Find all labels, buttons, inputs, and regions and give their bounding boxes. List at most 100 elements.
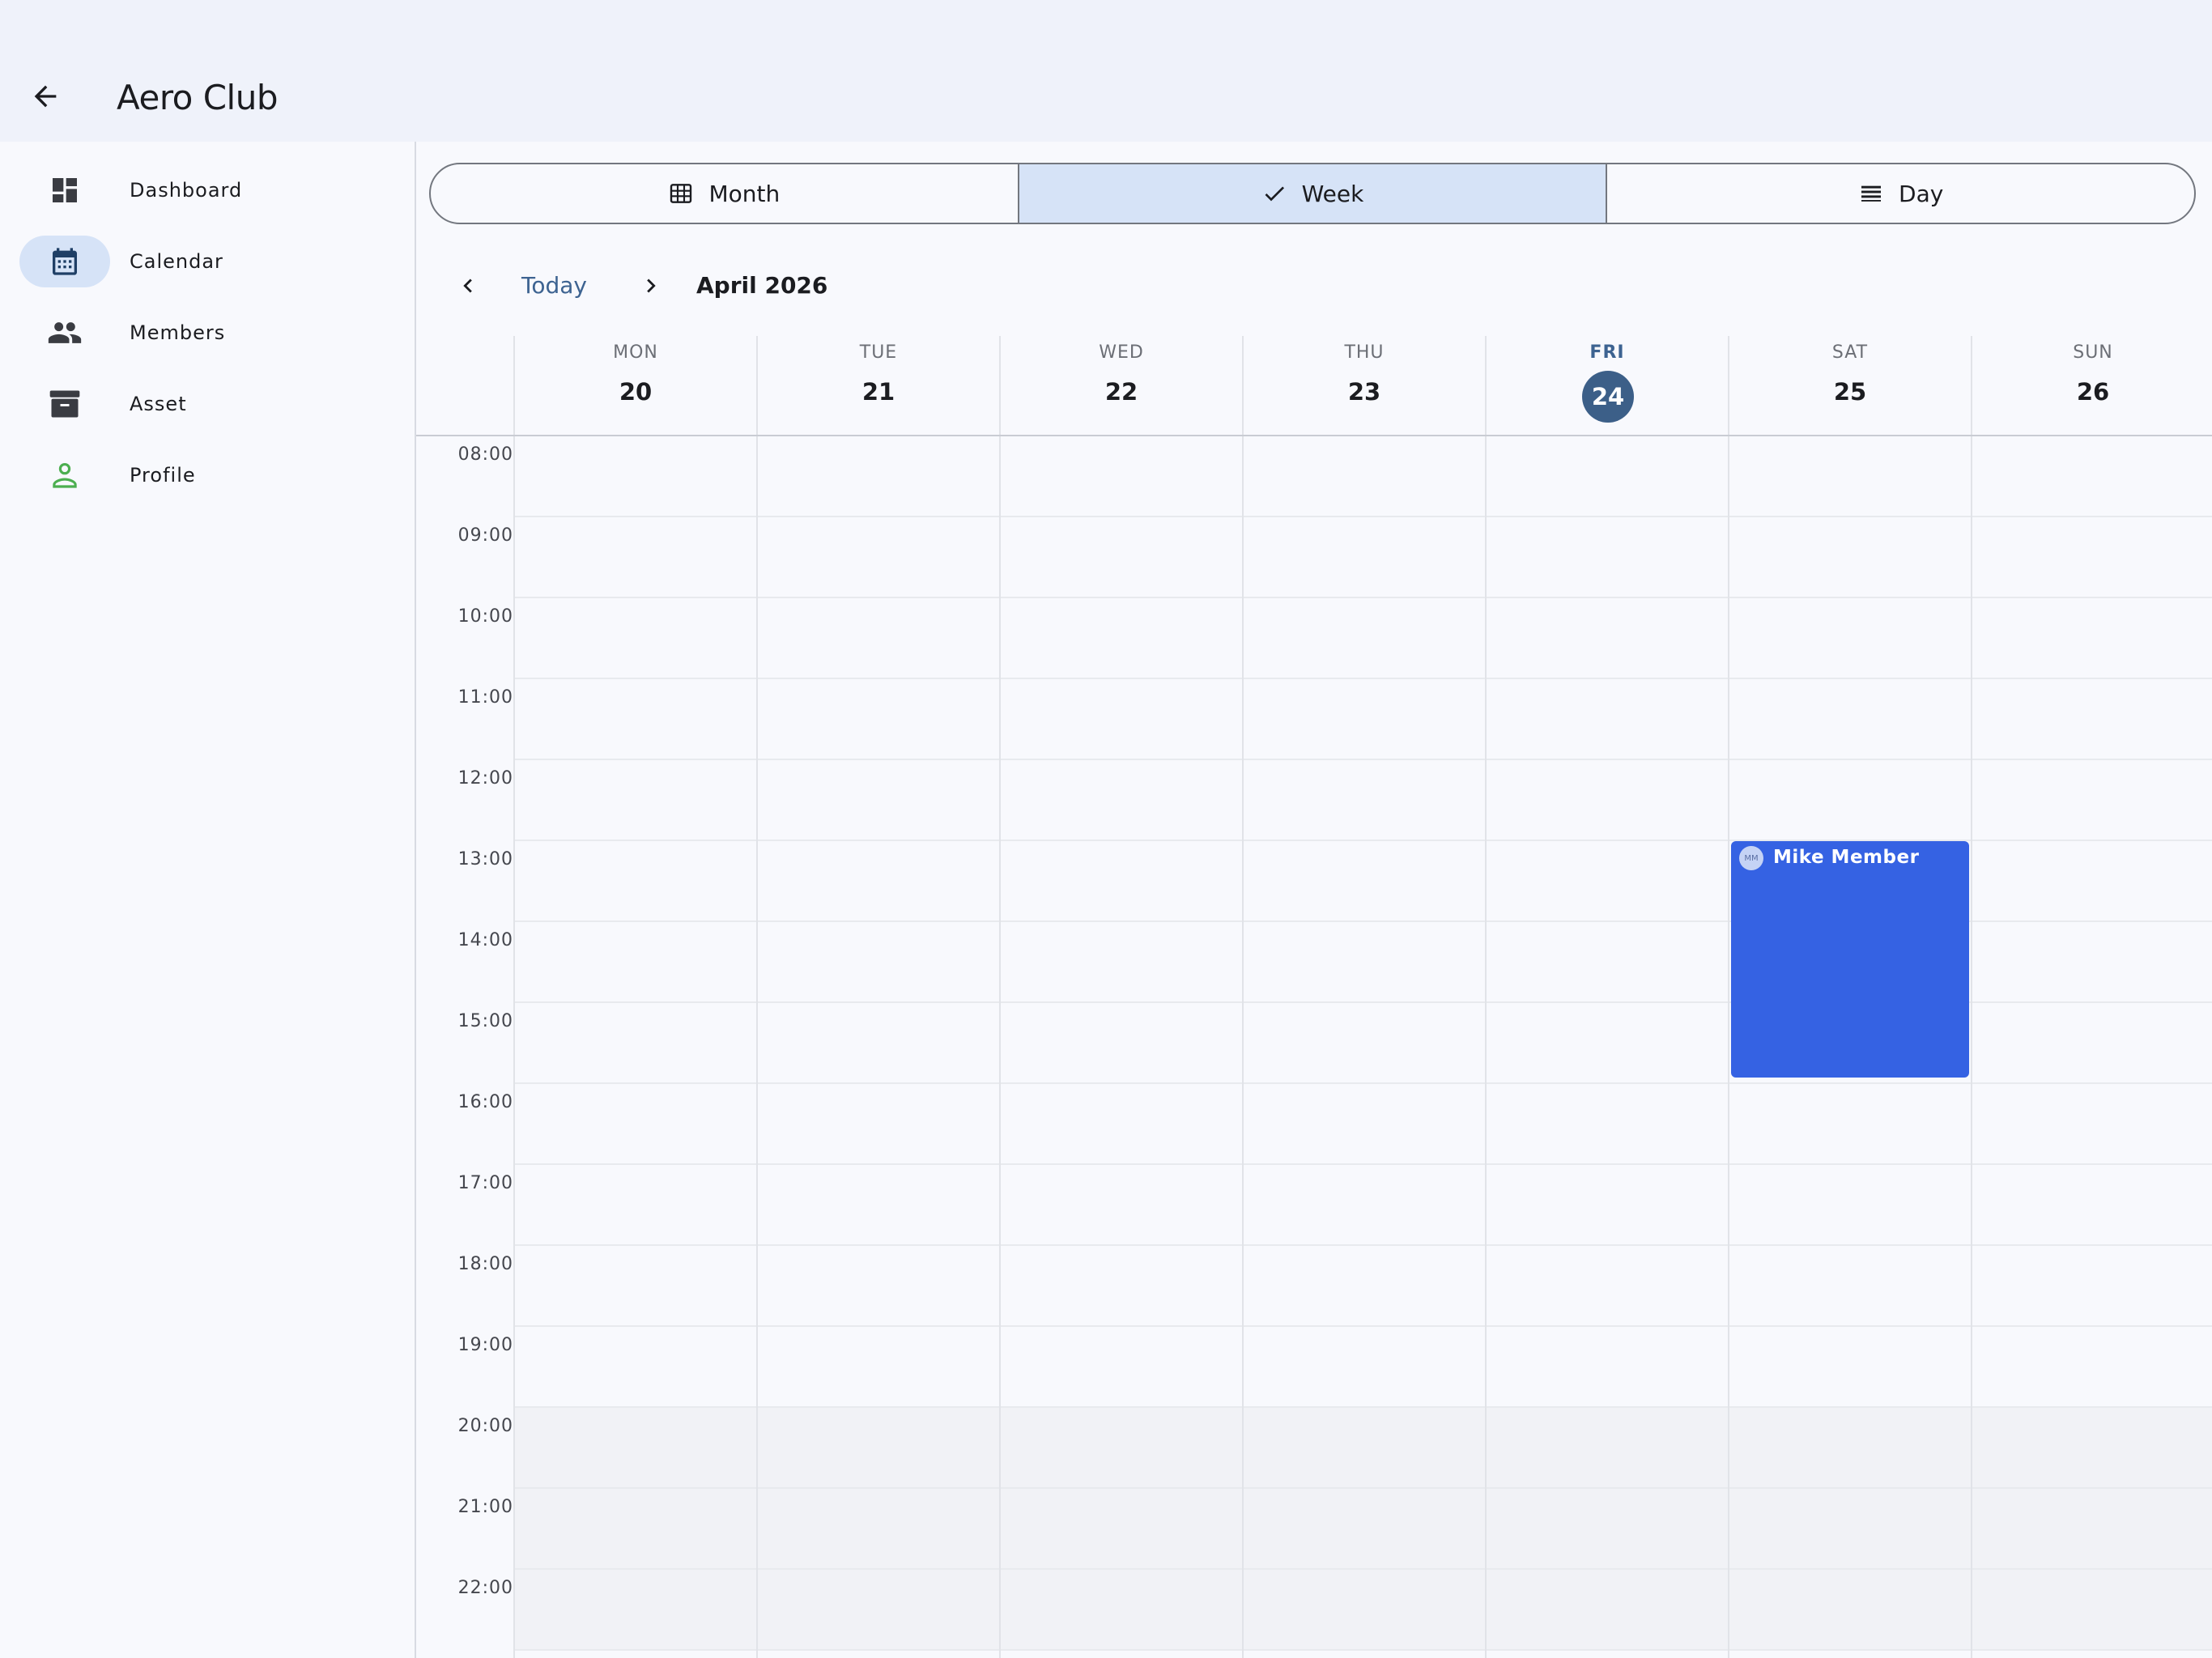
person-icon <box>53 462 77 488</box>
sidebar-item-members[interactable]: Members <box>19 307 400 359</box>
tab-month[interactable]: Month <box>431 164 1019 223</box>
hour-row: 09:00 <box>416 517 2212 598</box>
hour-label: 13:00 <box>457 849 513 869</box>
tab-week[interactable]: Week <box>1019 164 1608 223</box>
day-number: 25 <box>1833 378 1867 406</box>
hour-row-off-hours: 22:00 <box>416 1570 2212 1651</box>
sidebar-item-profile[interactable]: Profile <box>19 449 400 501</box>
hour-label: 10:00 <box>457 606 513 627</box>
day-header-fri[interactable]: FRI 24 <box>1485 336 1728 435</box>
hour-label: 14:00 <box>457 930 513 950</box>
day-number: 20 <box>619 378 653 406</box>
hour-label: 18:00 <box>457 1254 513 1274</box>
hour-label: 20:00 <box>457 1416 513 1436</box>
column-divider <box>1485 436 1487 1658</box>
sidebar: Dashboard Calendar Members Asset Profile <box>0 142 416 1658</box>
arrow-back-icon <box>34 85 57 108</box>
next-week-button[interactable] <box>632 266 670 305</box>
tab-month-label: Month <box>708 180 781 207</box>
tab-day[interactable]: Day <box>1607 164 2194 223</box>
nav-pill-members <box>19 307 110 359</box>
day-header-tue[interactable]: TUE 21 <box>756 336 999 435</box>
hour-label: 12:00 <box>457 768 513 789</box>
back-button[interactable] <box>21 72 70 121</box>
day-of-week: MON <box>613 342 658 363</box>
column-divider <box>1728 436 1729 1658</box>
hour-label: 09:00 <box>457 525 513 546</box>
tab-day-label: Day <box>1899 180 1944 207</box>
column-divider <box>1971 436 1972 1658</box>
sidebar-item-dashboard[interactable]: Dashboard <box>19 164 400 216</box>
week-header: MON 20 TUE 21 WED 22 THU 23 FRI 24 SAT 2… <box>416 336 2212 436</box>
previous-week-button[interactable] <box>449 266 487 305</box>
nav-pill-calendar <box>19 236 110 287</box>
check-icon <box>1265 186 1284 202</box>
tab-week-label: Week <box>1301 180 1364 207</box>
sidebar-item-asset[interactable]: Asset <box>19 378 400 430</box>
hour-row: 18:00 <box>416 1246 2212 1327</box>
today-date-badge: 24 <box>1582 371 1634 423</box>
nav-pill-profile <box>19 449 110 501</box>
avatar: MM <box>1739 846 1763 870</box>
day-header-sun[interactable]: SUN 26 <box>1971 336 2212 435</box>
day-of-week: TUE <box>859 342 898 363</box>
day-header-sat[interactable]: SAT 25 <box>1728 336 1971 435</box>
day-header-thu[interactable]: THU 23 <box>1242 336 1485 435</box>
hour-row: 16:00 <box>416 1084 2212 1165</box>
app-title: Aero Club <box>117 78 279 117</box>
day-of-week: FRI <box>1589 342 1625 363</box>
calendar-main: Month Week Day Today April 2026 MON 20 T… <box>416 142 2212 1658</box>
people-icon <box>48 322 82 343</box>
hour-label: 21:00 <box>457 1497 513 1517</box>
day-of-week: THU <box>1344 342 1385 363</box>
dashboard-icon <box>53 178 77 202</box>
today-button[interactable]: Today <box>521 270 587 302</box>
day-of-week: SAT <box>1831 342 1869 363</box>
hour-row: 12:00 <box>416 760 2212 841</box>
hour-row: 10:00 <box>416 598 2212 679</box>
hour-label: 22:00 <box>457 1578 513 1598</box>
hour-row: 19:00 <box>416 1327 2212 1408</box>
column-divider <box>513 436 515 1658</box>
period-navigation: Today April 2026 <box>416 261 2212 310</box>
sidebar-item-label: Asset <box>130 393 187 415</box>
column-divider <box>999 436 1001 1658</box>
sidebar-item-calendar[interactable]: Calendar <box>19 236 400 287</box>
column-divider <box>1242 436 1244 1658</box>
day-number: 26 <box>2076 378 2110 406</box>
sidebar-item-label: Profile <box>130 464 196 487</box>
sidebar-item-label: Calendar <box>130 250 223 273</box>
list-icon <box>1861 185 1882 202</box>
period-label: April 2026 <box>696 272 828 299</box>
hour-row: 08:00 <box>416 436 2212 517</box>
hour-row: 17:00 <box>416 1165 2212 1246</box>
hour-row: 11:00 <box>416 679 2212 760</box>
hour-label: 08:00 <box>457 444 513 465</box>
day-number: 22 <box>1104 378 1138 406</box>
hour-row-off-hours: 21:00 <box>416 1489 2212 1570</box>
day-number: 23 <box>1347 378 1381 406</box>
grid-icon <box>670 184 692 203</box>
sidebar-item-label: Members <box>130 321 226 344</box>
calendar-icon <box>53 248 77 275</box>
hour-label: 15:00 <box>457 1011 513 1031</box>
chevron-left-icon <box>463 278 472 293</box>
day-header-wed[interactable]: WED 22 <box>999 336 1242 435</box>
time-grid[interactable]: 08:00 09:00 10:00 11:00 12:00 13:00 14:0… <box>416 436 2212 1658</box>
hour-label: 11:00 <box>457 687 513 708</box>
column-divider <box>756 436 758 1658</box>
sidebar-item-label: Dashboard <box>130 179 243 202</box>
hour-label: 16:00 <box>457 1092 513 1112</box>
event-title: Mike Member <box>1773 847 1920 868</box>
day-number: 21 <box>861 378 895 406</box>
calendar-event[interactable]: MM Mike Member <box>1731 841 1969 1078</box>
chevron-right-icon <box>647 278 656 293</box>
archive-icon <box>49 390 80 418</box>
hour-label: 19:00 <box>457 1335 513 1355</box>
hour-label: 17:00 <box>457 1173 513 1193</box>
nav-pill-dashboard <box>19 164 110 216</box>
view-switcher: Month Week Day <box>429 163 2196 224</box>
day-header-mon[interactable]: MON 20 <box>513 336 756 435</box>
app-bar: Aero Club <box>0 0 2212 142</box>
day-of-week: WED <box>1099 342 1144 363</box>
